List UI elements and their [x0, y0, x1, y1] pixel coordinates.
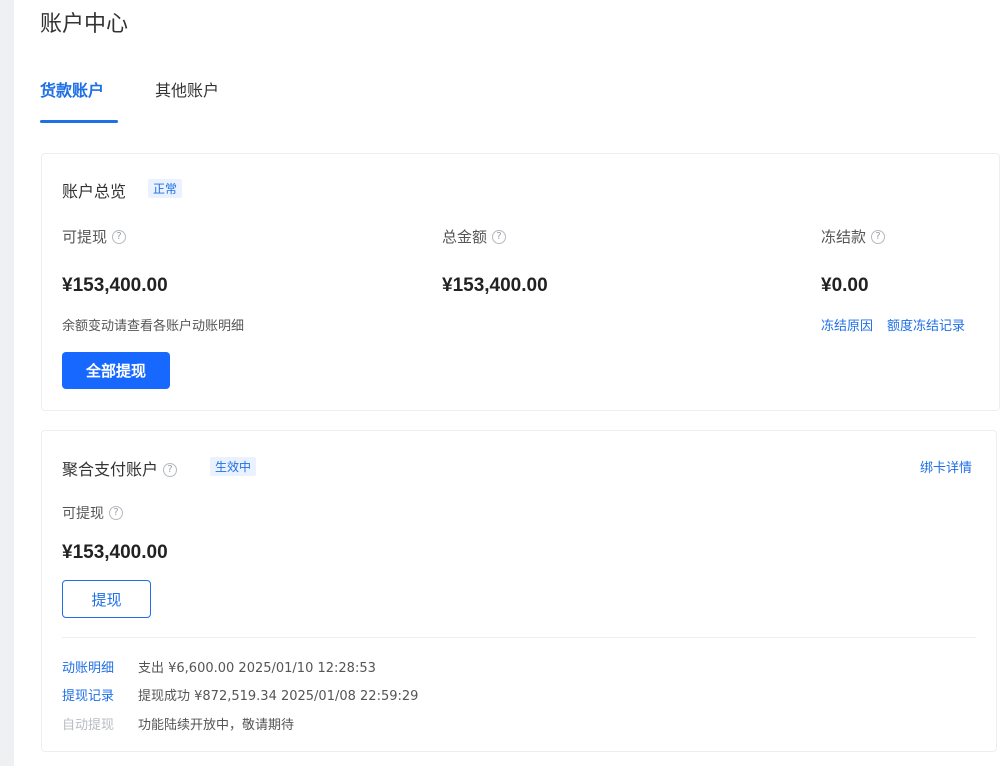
agg-withdrawable-label: 可提现 — [62, 506, 104, 522]
help-circle-icon[interactable]: ? — [112, 229, 127, 244]
transaction-detail-link[interactable]: 动账明细 — [62, 657, 138, 676]
active-status-badge: 生效中 — [210, 457, 257, 476]
aggregate-payment-account-card: 聚合支付账户? 生效中 绑卡详情 可提现? ¥153,400.00 提现 动账明… — [41, 430, 997, 752]
agg-withdrawable-label-wrap: 可提现? — [62, 503, 123, 523]
withdraw-record-link[interactable]: 提现记录 — [62, 685, 138, 704]
record-row-withdraw: 提现记录 提现成功 ¥872,519.34 2025/01/08 22:59:29 — [62, 685, 419, 704]
aggregate-title-wrap: 聚合支付账户? — [62, 456, 178, 480]
frozen-record-link[interactable]: 额度冻结记录 — [887, 315, 965, 334]
account-tabs: 货款账户 其他账户 — [40, 78, 340, 124]
total-label-wrap: 总金额? — [442, 226, 507, 247]
divider — [62, 637, 976, 638]
withdrawable-amount: ¥153,400.00 — [62, 275, 168, 296]
auto-withdraw-text: 功能陆续开放中，敬请期待 — [138, 718, 295, 733]
overview-title: 账户总览 — [62, 182, 127, 201]
record-row-transaction: 动账明细 支出 ¥6,600.00 2025/01/10 12:28:53 — [62, 657, 376, 676]
account-overview-card: 账户总览 正常 可提现? 总金额? 冻结款? ¥153,400.00 ¥153,… — [41, 153, 1000, 411]
tab-payment-account[interactable]: 货款账户 — [40, 78, 104, 124]
card-detail-link[interactable]: 绑卡详情 — [920, 457, 972, 476]
frozen-amount: ¥0.00 — [821, 275, 869, 296]
page-title: 账户中心 — [40, 12, 129, 37]
withdraw-button[interactable]: 提现 — [62, 580, 151, 618]
help-circle-icon[interactable]: ? — [109, 506, 123, 520]
withdrawable-label-wrap: 可提现? — [62, 226, 127, 247]
frozen-reason-link[interactable]: 冻结原因 — [821, 315, 873, 334]
total-label: 总金额 — [442, 228, 488, 246]
help-circle-icon[interactable]: ? — [492, 229, 507, 244]
active-tab-indicator — [40, 120, 118, 123]
frozen-label-wrap: 冻结款? — [821, 226, 886, 247]
help-circle-icon[interactable]: ? — [163, 462, 178, 477]
help-circle-icon[interactable]: ? — [871, 229, 886, 244]
left-sidebar-strip — [0, 0, 14, 766]
withdraw-all-button[interactable]: 全部提现 — [62, 352, 170, 389]
transaction-detail-text: 支出 ¥6,600.00 2025/01/10 12:28:53 — [138, 661, 376, 676]
balance-change-hint: 余额变动请查看各账户动账明细 — [62, 319, 245, 334]
auto-withdraw-link: 自动提现 — [62, 718, 115, 733]
withdraw-record-text: 提现成功 ¥872,519.34 2025/01/08 22:59:29 — [138, 689, 419, 704]
status-badge: 正常 — [148, 179, 183, 198]
agg-withdrawable-amount: ¥153,400.00 — [62, 542, 168, 563]
account-center-page: 账户中心 货款账户 其他账户 账户总览 正常 可提现? 总金额? 冻结款? ¥1… — [14, 0, 1000, 766]
tab-other-accounts[interactable]: 其他账户 — [155, 78, 219, 124]
aggregate-title: 聚合支付账户 — [62, 460, 159, 479]
withdrawable-label: 可提现 — [62, 228, 108, 246]
frozen-label: 冻结款 — [821, 228, 867, 246]
record-row-auto-withdraw: 自动提现 功能陆续开放中，敬请期待 — [62, 714, 295, 733]
total-amount: ¥153,400.00 — [442, 275, 548, 296]
